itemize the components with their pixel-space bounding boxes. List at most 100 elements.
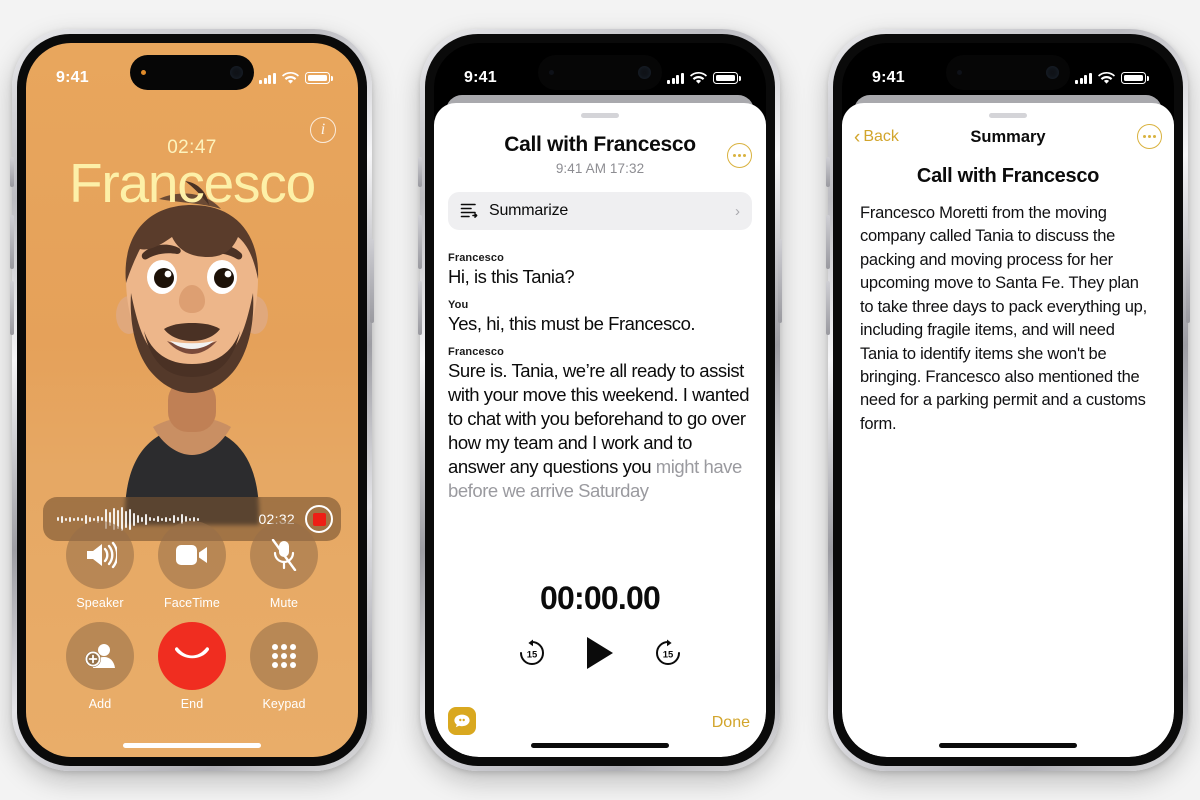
- cellular-bars-icon: [1075, 72, 1092, 84]
- power-button[interactable]: [778, 239, 782, 323]
- control-label: FaceTime: [164, 596, 220, 610]
- home-indicator[interactable]: [939, 743, 1077, 748]
- phone-3-frame: 9:41 ‹ Back Summary Call with Francesco …: [826, 29, 1190, 771]
- caller-name: Francesco: [69, 152, 316, 214]
- volume-down-button[interactable]: [418, 281, 422, 335]
- done-button[interactable]: Done: [712, 714, 750, 732]
- more-options-button[interactable]: [1137, 124, 1162, 149]
- transcript-text: Yes, hi, this must be Francesco.: [448, 313, 696, 335]
- keypad-icon: [272, 644, 296, 668]
- face-id-sensor-icon: [957, 70, 962, 75]
- control-label: Mute: [269, 596, 299, 610]
- audio-player: 00:00.00 15 15: [434, 580, 766, 669]
- control-label: Add: [88, 697, 112, 711]
- summary-body: Francesco Moretti from the moving compan…: [860, 204, 1147, 433]
- phone-2-frame: 9:41 Call with Francesco 9:41 AM 17:32 S…: [418, 29, 782, 771]
- end-call-icon: [175, 647, 209, 659]
- add-call-button[interactable]: Add: [54, 622, 146, 711]
- transcript-speaker: Francesco: [448, 252, 504, 264]
- svg-text:15: 15: [527, 650, 538, 661]
- microphone-muted-icon: [271, 539, 297, 571]
- action-button[interactable]: [826, 157, 830, 187]
- player-timecode: 00:00.00: [540, 580, 661, 616]
- control-label: Speaker: [76, 596, 124, 610]
- more-options-button[interactable]: [727, 143, 752, 168]
- sheet-grabber[interactable]: [989, 113, 1027, 118]
- sheet-grabber[interactable]: [581, 113, 619, 118]
- battery-icon: [713, 72, 741, 84]
- summary-title: Call with Francesco: [916, 165, 1100, 187]
- page-subtitle: 9:41 AM 17:32: [555, 161, 645, 176]
- action-button[interactable]: [418, 157, 422, 187]
- transcript-entry: You Yes, hi, this must be Francesco.: [448, 299, 752, 336]
- call-controls: Speaker FaceTime Mute Add End Keypad: [26, 521, 358, 711]
- messages-app-icon[interactable]: [448, 707, 476, 735]
- in-call-screen: 9:41 i 02:47 Francesco 02:32 Speaker Fac…: [26, 43, 358, 757]
- chevron-left-icon: ‹: [854, 126, 861, 148]
- control-label: End: [180, 697, 204, 711]
- call-info-button[interactable]: i: [310, 117, 336, 143]
- action-button[interactable]: [10, 157, 14, 187]
- summarize-icon: [460, 203, 478, 218]
- transcript-speaker: Francesco: [448, 346, 504, 359]
- home-indicator[interactable]: [123, 743, 261, 748]
- front-camera-icon: [1046, 66, 1059, 79]
- status-bar-time: 9:41: [464, 69, 497, 86]
- chevron-right-icon: ›: [735, 202, 740, 220]
- transcript-list: Francesco Hi, is this Tania? You Yes, hi…: [434, 230, 766, 503]
- navigation-bar: ‹ Back Summary: [842, 117, 1174, 157]
- end-call-button[interactable]: End: [146, 622, 238, 711]
- screenshot-stage: 9:41 i 02:47 Francesco 02:32 Speaker Fac…: [0, 0, 1200, 800]
- summarize-label: Summarize: [489, 202, 569, 219]
- rewind-15-icon: 15: [520, 639, 544, 665]
- battery-icon: [305, 72, 333, 84]
- keypad-button[interactable]: Keypad: [238, 622, 330, 711]
- transcript-speaker: You: [448, 299, 469, 312]
- speaker-icon: [87, 541, 117, 569]
- back-label: Back: [863, 128, 899, 145]
- back-button[interactable]: ‹ Back: [854, 128, 899, 147]
- call-summary-screen: 9:41 ‹ Back Summary Call with Francesco …: [842, 43, 1174, 757]
- detail-sheet: Call with Francesco 9:41 AM 17:32 Summar…: [434, 103, 766, 757]
- status-bar-time: 9:41: [872, 69, 905, 86]
- nav-title: Summary: [970, 127, 1046, 146]
- power-button[interactable]: [1186, 239, 1190, 323]
- rewind-15-button[interactable]: 15: [517, 638, 547, 668]
- front-camera-icon: [230, 66, 243, 79]
- phone-1-frame: 9:41 i 02:47 Francesco 02:32 Speaker Fac…: [10, 29, 374, 771]
- volume-down-button[interactable]: [826, 281, 830, 335]
- volume-up-button[interactable]: [10, 215, 14, 269]
- power-button[interactable]: [370, 239, 374, 323]
- mute-button[interactable]: Mute: [238, 521, 330, 610]
- face-id-sensor-icon: [141, 70, 146, 75]
- add-person-icon: [85, 644, 115, 668]
- battery-icon: [1121, 72, 1149, 84]
- speech-bubble-icon: [454, 714, 470, 728]
- cellular-bars-icon: [259, 72, 276, 84]
- summarize-button[interactable]: Summarize ›: [448, 192, 752, 230]
- dynamic-island: [130, 55, 254, 90]
- play-button[interactable]: [587, 637, 613, 669]
- home-indicator[interactable]: [531, 743, 669, 748]
- volume-up-button[interactable]: [418, 215, 422, 269]
- summary-sheet: ‹ Back Summary Call with Francesco Franc…: [842, 103, 1174, 757]
- page-title: Call with Francesco: [504, 133, 696, 156]
- dynamic-island: [538, 55, 662, 90]
- transcript-entry: Francesco Hi, is this Tania?: [448, 252, 752, 289]
- transcript-text: Hi, is this Tania?: [448, 266, 575, 287]
- facetime-button[interactable]: FaceTime: [146, 521, 238, 610]
- volume-up-button[interactable]: [826, 215, 830, 269]
- video-camera-icon: [176, 545, 207, 565]
- memoji-avatar: [116, 181, 268, 525]
- wifi-icon: [690, 71, 707, 84]
- cellular-bars-icon: [667, 72, 684, 84]
- volume-down-button[interactable]: [10, 281, 14, 335]
- transcript-entry: Francesco Sure is. Tania, we’re all read…: [448, 346, 752, 503]
- forward-15-icon: 15: [656, 639, 680, 665]
- face-id-sensor-icon: [549, 70, 554, 75]
- call-recording-detail-screen: 9:41 Call with Francesco 9:41 AM 17:32 S…: [434, 43, 766, 757]
- dynamic-island: [946, 55, 1070, 90]
- svg-text:15: 15: [663, 650, 674, 661]
- forward-15-button[interactable]: 15: [653, 638, 683, 668]
- speaker-button[interactable]: Speaker: [54, 521, 146, 610]
